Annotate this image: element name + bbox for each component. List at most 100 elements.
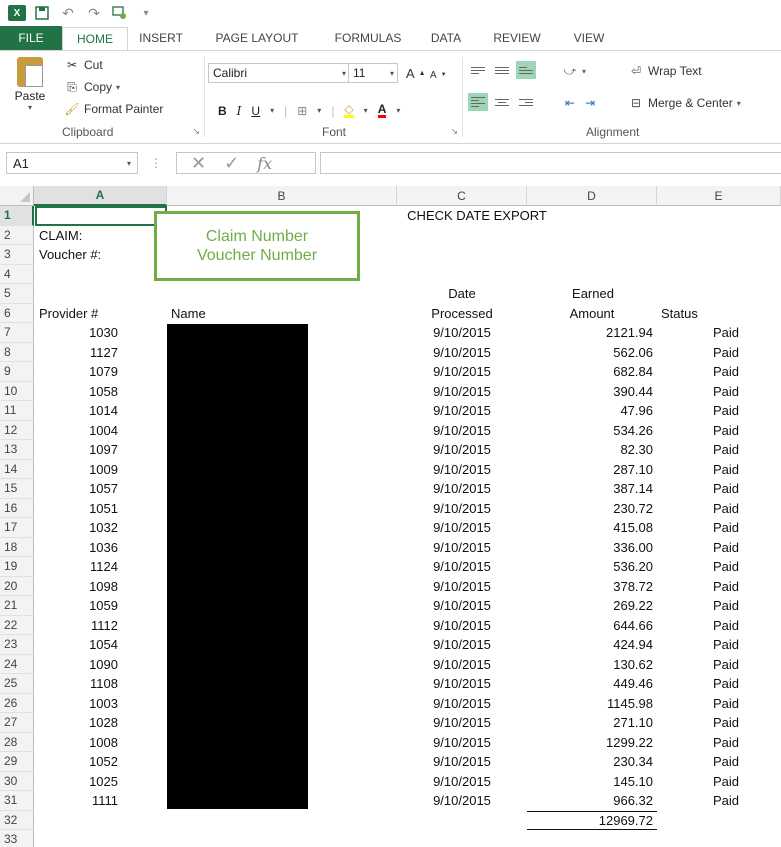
select-all-button[interactable] xyxy=(0,186,34,206)
tab-review[interactable]: REVIEW xyxy=(476,26,558,50)
top-align-icon[interactable] xyxy=(468,61,488,79)
amount-cell[interactable]: 644.66 xyxy=(527,616,657,636)
amount-cell[interactable]: 2121.94 xyxy=(527,323,657,343)
amount-cell[interactable]: 387.14 xyxy=(527,479,657,499)
status-cell[interactable]: Paid xyxy=(657,577,743,597)
font-name-select[interactable]: Calibri ▾ xyxy=(208,63,350,83)
amount-cell[interactable]: 424.94 xyxy=(527,635,657,655)
shrink-font-button[interactable]: A ▼ xyxy=(430,65,447,85)
provider-cell[interactable]: 1098 xyxy=(35,577,122,597)
touch-mode-icon[interactable] xyxy=(110,4,130,22)
provider-cell[interactable]: 1111 xyxy=(35,791,122,811)
row-header[interactable]: 4 xyxy=(0,264,34,284)
amount-cell[interactable]: 271.10 xyxy=(527,713,657,733)
bottom-align-icon[interactable] xyxy=(516,61,536,79)
row-header[interactable]: 1 xyxy=(0,206,34,226)
row-header[interactable]: 10 xyxy=(0,381,34,401)
date-cell[interactable]: 9/10/2015 xyxy=(397,323,527,343)
amount-cell[interactable]: 47.96 xyxy=(527,401,657,421)
name-header[interactable]: Name xyxy=(167,304,287,324)
row-header[interactable]: 22 xyxy=(0,615,34,635)
status-cell[interactable]: Paid xyxy=(657,596,743,616)
tab-view[interactable]: VIEW xyxy=(558,26,620,50)
status-cell[interactable]: Paid xyxy=(657,323,743,343)
date-cell[interactable]: 9/10/2015 xyxy=(397,694,527,714)
row-header[interactable]: 21 xyxy=(0,596,34,616)
status-cell[interactable]: Paid xyxy=(657,635,743,655)
row-header[interactable]: 14 xyxy=(0,459,34,479)
row-header[interactable]: 25 xyxy=(0,674,34,694)
status-cell[interactable]: Paid xyxy=(657,616,743,636)
tab-insert[interactable]: INSERT xyxy=(128,26,194,50)
row-header[interactable]: 29 xyxy=(0,752,34,772)
provider-cell[interactable]: 1009 xyxy=(35,460,122,480)
underline-button[interactable]: U xyxy=(251,104,260,118)
date-cell[interactable]: 9/10/2015 xyxy=(397,440,527,460)
status-cell[interactable]: Paid xyxy=(657,421,743,441)
row-header[interactable]: 12 xyxy=(0,420,34,440)
provider-cell[interactable]: 1051 xyxy=(35,499,122,519)
amount-cell[interactable]: 449.46 xyxy=(527,674,657,694)
row-header[interactable]: 15 xyxy=(0,479,34,499)
row-header[interactable]: 18 xyxy=(0,537,34,557)
borders-dropdown-icon[interactable]: ▾ xyxy=(317,106,321,115)
status-cell[interactable]: Paid xyxy=(657,343,743,363)
tab-home[interactable]: HOME xyxy=(62,27,128,51)
clipboard-launcher-icon[interactable]: ↘ xyxy=(192,126,200,137)
decrease-indent-icon[interactable]: ⇤ xyxy=(562,96,578,110)
font-size-select[interactable]: 11 ▾ xyxy=(348,63,398,83)
date-cell[interactable]: 9/10/2015 xyxy=(397,538,527,558)
amount-cell[interactable]: 287.10 xyxy=(527,460,657,480)
row-header[interactable]: 5 xyxy=(0,284,34,304)
date-cell[interactable]: 9/10/2015 xyxy=(397,401,527,421)
status-cell[interactable]: Paid xyxy=(657,362,743,382)
date-cell[interactable]: 9/10/2015 xyxy=(397,343,527,363)
provider-cell[interactable]: 1127 xyxy=(35,343,122,363)
status-header[interactable]: Status xyxy=(657,304,777,324)
row-header[interactable]: 24 xyxy=(0,654,34,674)
amount-cell[interactable]: 534.26 xyxy=(527,421,657,441)
paste-button[interactable]: Paste ▾ xyxy=(6,55,54,117)
date-cell[interactable]: 9/10/2015 xyxy=(397,635,527,655)
date-cell[interactable]: 9/10/2015 xyxy=(397,772,527,792)
status-cell[interactable]: Paid xyxy=(657,499,743,519)
row-header[interactable]: 17 xyxy=(0,518,34,538)
provider-cell[interactable]: 1090 xyxy=(35,655,122,675)
amount-cell[interactable]: 536.20 xyxy=(527,557,657,577)
earned-header-top[interactable]: Earned xyxy=(527,284,657,304)
name-box[interactable]: A1 ▾ xyxy=(6,152,138,174)
status-cell[interactable]: Paid xyxy=(657,382,743,402)
enter-icon[interactable]: ✓ xyxy=(224,153,239,174)
provider-cell[interactable]: 1014 xyxy=(35,401,122,421)
grow-font-button[interactable]: A ▲ xyxy=(406,63,426,83)
column-header-a[interactable]: A xyxy=(34,186,167,206)
provider-cell[interactable]: 1097 xyxy=(35,440,122,460)
status-cell[interactable]: Paid xyxy=(657,733,743,753)
amount-cell[interactable]: 966.32 xyxy=(527,791,657,811)
column-header-d[interactable]: D xyxy=(527,186,657,206)
paste-dropdown-icon[interactable]: ▾ xyxy=(28,103,32,112)
row-header[interactable]: 19 xyxy=(0,557,34,577)
provider-cell[interactable]: 1059 xyxy=(35,596,122,616)
date-cell[interactable]: 9/10/2015 xyxy=(397,674,527,694)
provider-cell[interactable]: 1057 xyxy=(35,479,122,499)
active-cell-a1[interactable] xyxy=(35,206,169,228)
merge-dropdown-icon[interactable]: ▾ xyxy=(737,99,741,108)
align-right-icon[interactable] xyxy=(516,93,536,111)
date-header-bottom[interactable]: Processed xyxy=(397,304,527,324)
provider-cell[interactable]: 1036 xyxy=(35,538,122,558)
amount-cell[interactable]: 562.06 xyxy=(527,343,657,363)
row-header[interactable]: 8 xyxy=(0,342,34,362)
italic-button[interactable]: I xyxy=(237,104,242,118)
provider-cell[interactable]: 1054 xyxy=(35,635,122,655)
provider-cell[interactable]: 1025 xyxy=(35,772,122,792)
row-header[interactable]: 20 xyxy=(0,576,34,596)
claim-label-cell[interactable]: CLAIM: xyxy=(35,226,165,246)
date-cell[interactable]: 9/10/2015 xyxy=(397,596,527,616)
date-cell[interactable]: 9/10/2015 xyxy=(397,752,527,772)
row-header[interactable]: 23 xyxy=(0,635,34,655)
date-cell[interactable]: 9/10/2015 xyxy=(397,382,527,402)
date-cell[interactable]: 9/10/2015 xyxy=(397,733,527,753)
total-amount-cell[interactable]: 12969.72 xyxy=(527,811,657,831)
row-header[interactable]: 30 xyxy=(0,771,34,791)
